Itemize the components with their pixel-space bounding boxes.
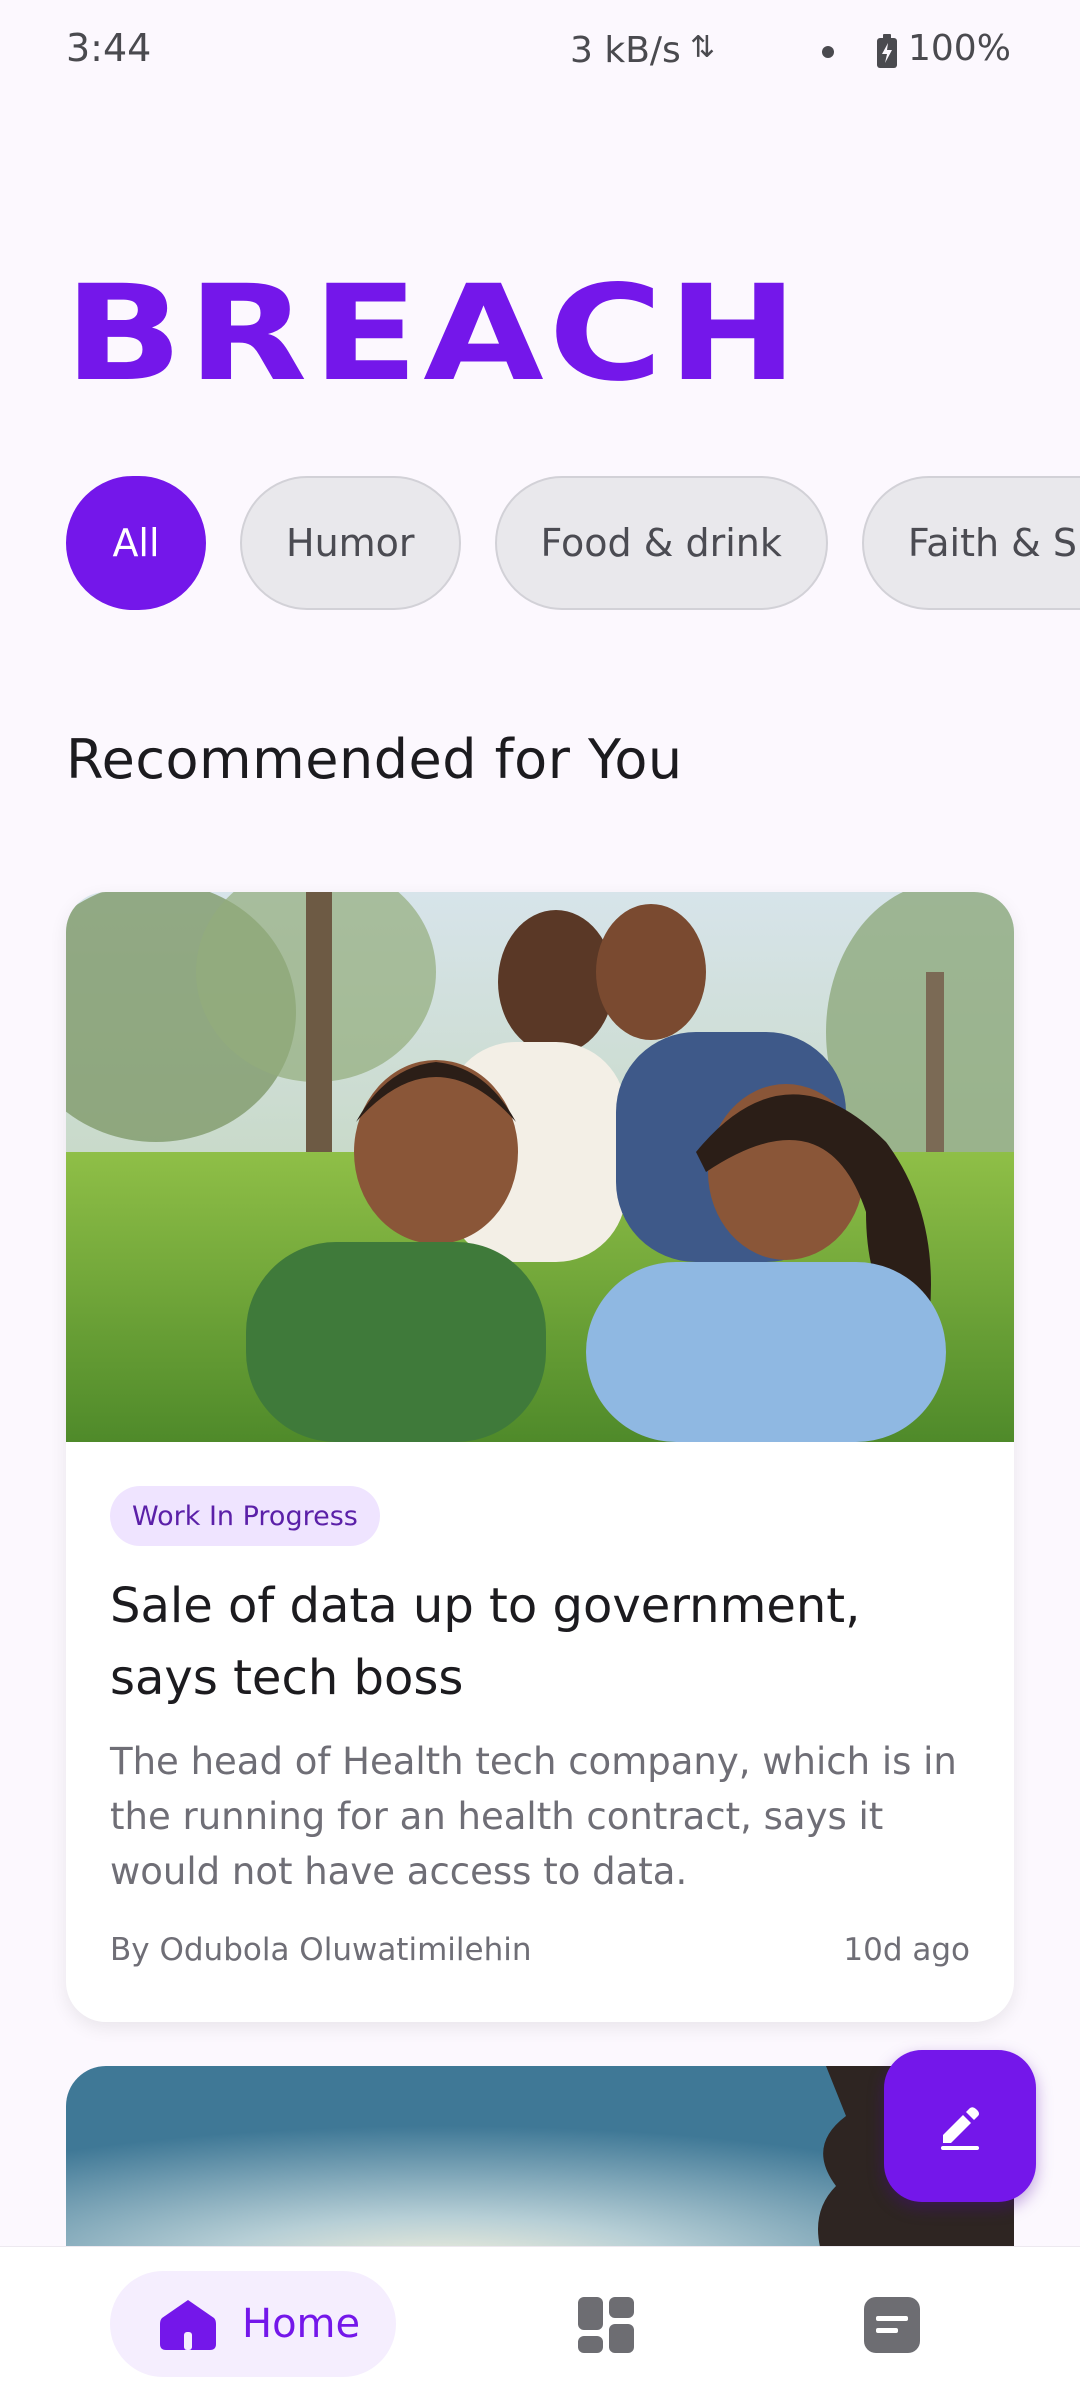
article-image	[66, 892, 1014, 1442]
compose-fab[interactable]	[884, 2050, 1036, 2202]
dashboard-icon[interactable]	[578, 2297, 634, 2353]
app-root: 3:44 3 kB/s ⇅ 100% BREACH All Humor Food…	[0, 0, 1080, 2400]
network-speed: 3 kB/s	[570, 30, 681, 71]
article-excerpt: The head of Health tech company, which i…	[110, 1740, 957, 1893]
network-activity-icon: ⇅	[690, 30, 715, 65]
article-image-2	[66, 2066, 1014, 2266]
chip-all[interactable]: All	[66, 476, 206, 610]
section-title: Recommended for You	[66, 728, 683, 791]
article-card[interactable]: Work In Progress Sale of data up to gove…	[66, 892, 1014, 2022]
article-author: By Odubola Oluwatimilehin	[110, 1932, 532, 1968]
status-time: 3:44	[66, 26, 152, 70]
article-title[interactable]: Sale of data up to government, says tech…	[110, 1570, 970, 1714]
nav-home[interactable]: Home	[110, 2271, 396, 2377]
brand-logo: BREACH	[64, 257, 803, 411]
status-bar: 3:44 3 kB/s ⇅ 100%	[0, 0, 1080, 100]
article-card-2[interactable]	[66, 2066, 1014, 2266]
edit-icon	[941, 2107, 979, 2150]
category-chips: All Humor Food & drink Faith & Sp	[66, 476, 1080, 614]
nav-home-label: Home	[242, 2301, 361, 2347]
notification-dot-icon	[822, 46, 834, 58]
articles-icon[interactable]	[864, 2297, 920, 2353]
battery-icon	[877, 34, 897, 68]
article-tag[interactable]: Work In Progress	[110, 1486, 380, 1546]
home-icon	[160, 2300, 216, 2350]
bottom-nav: Home	[0, 2246, 1080, 2400]
battery-percent: 100%	[908, 28, 1011, 69]
chip-humor[interactable]: Humor	[240, 476, 461, 610]
article-time: 10d ago	[843, 1932, 970, 1968]
chip-food-drink[interactable]: Food & drink	[494, 476, 828, 610]
chip-faith[interactable]: Faith & Sp	[861, 476, 1080, 610]
